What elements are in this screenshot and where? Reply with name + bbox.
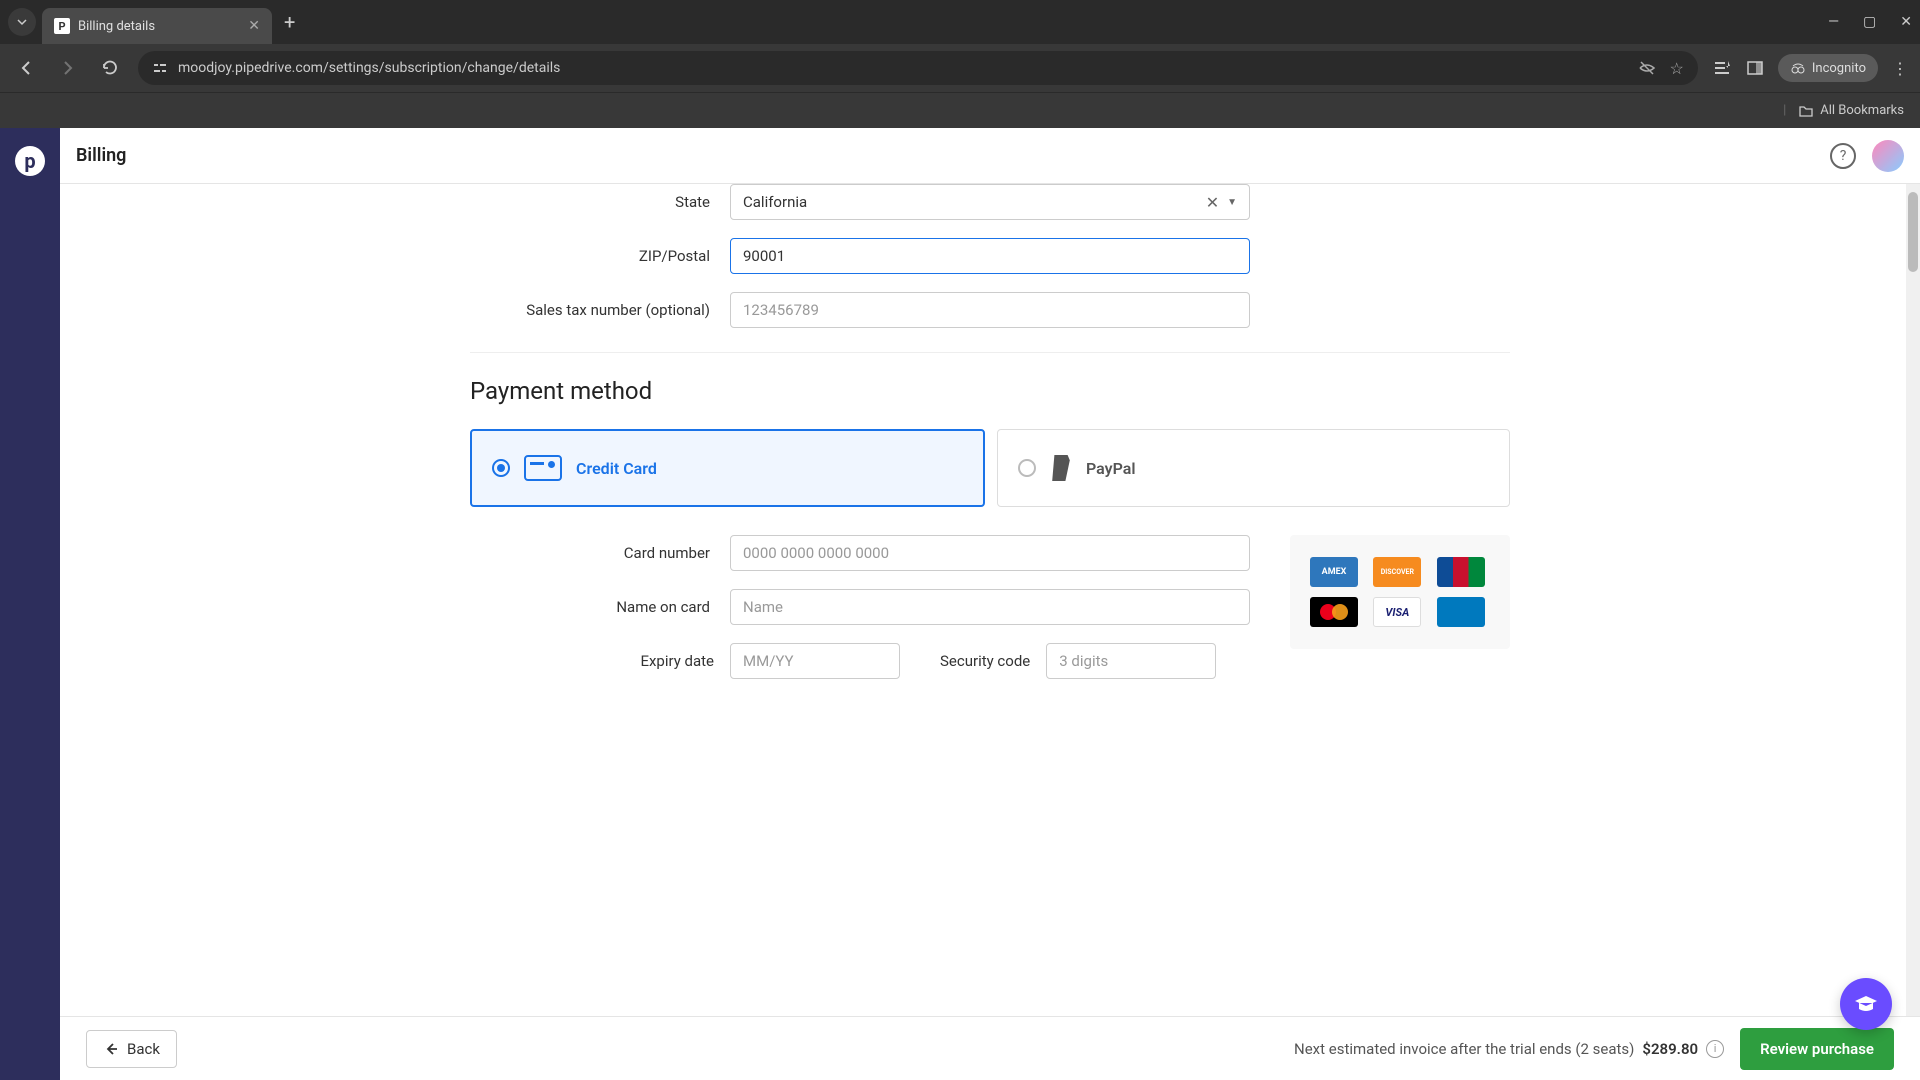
expiry-label: Expiry date (470, 652, 730, 670)
reading-list-icon[interactable] (1712, 58, 1732, 78)
incognito-badge[interactable]: Incognito (1778, 54, 1878, 82)
card-number-label: Card number (470, 544, 730, 562)
tab-favicon-icon: P (54, 18, 70, 34)
url-bar[interactable]: moodjoy.pipedrive.com/settings/subscript… (138, 51, 1698, 85)
card-brands-box: AMEX DISCOVER VISA (1290, 535, 1510, 649)
mastercard-icon (1310, 597, 1358, 627)
page-title: Billing (76, 145, 126, 166)
app-logo-icon[interactable]: p (15, 146, 45, 176)
tab-close-icon[interactable]: ✕ (248, 18, 260, 34)
paypal-label: PayPal (1086, 459, 1136, 478)
site-settings-icon[interactable] (152, 60, 168, 76)
credit-card-icon (524, 455, 562, 481)
incognito-icon (1790, 60, 1806, 76)
invoice-estimate-text: Next estimated invoice after the trial e… (1294, 1040, 1634, 1058)
forward-nav-button[interactable] (54, 54, 82, 82)
discover-icon: DISCOVER (1373, 557, 1421, 587)
divider (470, 352, 1510, 353)
payment-option-paypal[interactable]: PayPal (997, 429, 1510, 507)
payment-option-credit-card[interactable]: Credit Card (470, 429, 985, 507)
reload-button[interactable] (96, 54, 124, 82)
bookmarks-bar: | All Bookmarks (0, 92, 1920, 128)
help-icon[interactable]: ? (1830, 143, 1856, 169)
name-on-card-label: Name on card (470, 598, 730, 616)
arrow-left-icon (103, 1041, 119, 1057)
state-value: California (743, 193, 1206, 211)
card-number-input[interactable] (730, 535, 1250, 571)
tax-label: Sales tax number (optional) (470, 301, 730, 319)
browser-tab[interactable]: P Billing details ✕ (42, 8, 272, 44)
floating-help-button[interactable] (1840, 978, 1892, 1030)
maximize-button[interactable]: ▢ (1863, 14, 1876, 30)
diners-icon (1437, 597, 1485, 627)
review-purchase-button[interactable]: Review purchase (1740, 1028, 1894, 1070)
topbar: Billing ? (60, 128, 1920, 184)
jcb-icon (1437, 557, 1485, 587)
credit-card-label: Credit Card (576, 459, 657, 478)
invoice-price: $289.80 (1642, 1040, 1698, 1058)
scrollbar[interactable] (1906, 184, 1920, 1080)
tax-input[interactable] (730, 292, 1250, 328)
info-icon[interactable]: i (1706, 1040, 1724, 1058)
side-panel-icon[interactable] (1746, 59, 1764, 77)
close-window-button[interactable]: ✕ (1900, 14, 1912, 30)
footer-bar: Back Next estimated invoice after the tr… (60, 1016, 1920, 1080)
clear-icon[interactable]: ✕ (1206, 193, 1219, 212)
new-tab-button[interactable]: + (284, 10, 295, 34)
all-bookmarks-button[interactable]: All Bookmarks (1798, 103, 1904, 119)
chevron-down-icon: ▼ (1227, 197, 1237, 208)
tab-title: Billing details (78, 19, 240, 34)
radio-credit-card[interactable] (492, 459, 510, 477)
payment-section-title: Payment method (470, 377, 1510, 405)
window-controls: — ▢ ✕ (1828, 14, 1912, 30)
visa-icon: VISA (1373, 597, 1421, 627)
minimize-button[interactable]: — (1828, 14, 1839, 30)
browser-nav-bar: moodjoy.pipedrive.com/settings/subscript… (0, 44, 1920, 92)
avatar[interactable] (1872, 140, 1904, 172)
security-code-input[interactable] (1046, 643, 1216, 679)
browser-menu-icon[interactable]: ⋮ (1892, 59, 1908, 78)
scrollbar-thumb[interactable] (1908, 192, 1918, 272)
sidebar: p (0, 128, 60, 1080)
browser-tab-bar: P Billing details ✕ + — ▢ ✕ (0, 0, 1920, 44)
main-content: State California ✕ ▼ ZIP/Postal Sales ta… (60, 184, 1920, 1080)
expiry-input[interactable] (730, 643, 900, 679)
eye-off-icon[interactable] (1638, 59, 1656, 77)
radio-paypal[interactable] (1018, 459, 1036, 477)
back-button[interactable]: Back (86, 1030, 177, 1068)
bookmark-star-icon[interactable]: ☆ (1670, 59, 1684, 78)
state-select[interactable]: California ✕ ▼ (730, 184, 1250, 220)
url-text: moodjoy.pipedrive.com/settings/subscript… (178, 60, 560, 76)
security-code-label: Security code (900, 652, 1046, 670)
back-nav-button[interactable] (12, 54, 40, 82)
name-on-card-input[interactable] (730, 589, 1250, 625)
zip-input[interactable] (730, 238, 1250, 274)
folder-icon (1798, 103, 1814, 119)
paypal-icon (1050, 455, 1072, 481)
amex-icon: AMEX (1310, 557, 1358, 587)
tab-search-dropdown[interactable] (8, 8, 36, 36)
state-label: State (470, 193, 730, 211)
zip-label: ZIP/Postal (470, 247, 730, 265)
graduation-cap-icon (1853, 991, 1879, 1017)
